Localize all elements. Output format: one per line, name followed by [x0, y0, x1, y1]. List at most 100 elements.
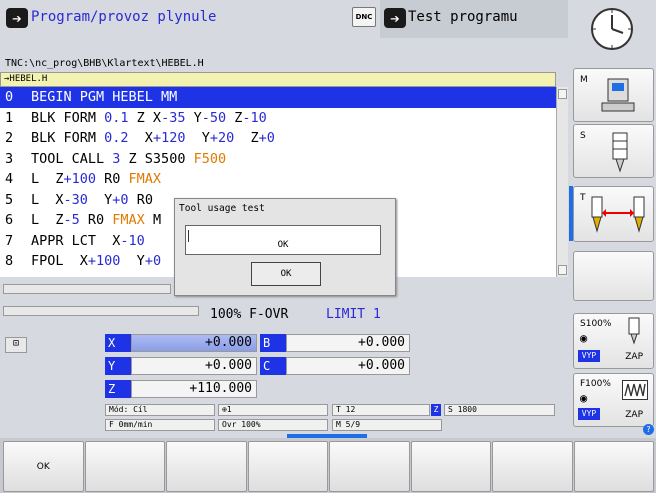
- nc-token: Z: [234, 130, 259, 146]
- dialog-field-text: OK: [277, 240, 289, 250]
- nc-token: FPOL X: [31, 253, 88, 269]
- nc-token: L Z: [31, 171, 64, 187]
- nc-token: +100: [87, 253, 121, 269]
- nc-token: FMAX: [112, 212, 145, 228]
- override-dial-icon: ◉: [580, 331, 588, 345]
- info-feed: F 0mm/min: [105, 419, 215, 431]
- f-override-label: F100%: [580, 379, 611, 389]
- tool-axis-badge: Z: [431, 404, 441, 416]
- program-line[interactable]: 0 BEGIN PGM HEBEL MM: [0, 87, 556, 108]
- test-mode-icon: ➔: [384, 8, 406, 28]
- bottom-softkey-6[interactable]: [410, 441, 491, 492]
- machine-icon: [601, 78, 635, 112]
- nc-token: Y: [120, 253, 145, 269]
- line-number: 2: [5, 130, 14, 146]
- nc-token: Y: [185, 130, 210, 146]
- nc-token: X: [128, 130, 153, 146]
- nc-token: +0: [258, 130, 275, 146]
- bottom-softkey-7[interactable]: [492, 441, 573, 492]
- axis-value-z: +110.000: [131, 380, 257, 398]
- bottom-softkey-8[interactable]: [573, 441, 654, 492]
- clock-area: [569, 0, 656, 62]
- nc-token: Y: [185, 109, 202, 126]
- softkey-t-label: T: [580, 193, 586, 203]
- nc-token: +0: [144, 253, 162, 269]
- axis-label-z: Z: [105, 380, 131, 398]
- softkey-empty[interactable]: [573, 251, 654, 301]
- nc-token: L X: [31, 191, 64, 208]
- nc-token: 0.1: [104, 109, 129, 126]
- line-number: 4: [5, 171, 14, 187]
- dnc-button[interactable]: DNC: [352, 7, 376, 27]
- limit-label: LIMIT 1: [326, 307, 381, 322]
- view-toggle-icon[interactable]: ⊡: [5, 337, 27, 353]
- softkey-s[interactable]: S: [573, 124, 654, 178]
- header-left: ➔ Program/provoz plynule: [0, 0, 380, 38]
- line-number: 6: [5, 212, 14, 228]
- program-scrollbar[interactable]: [556, 87, 568, 277]
- nc-token: Y: [87, 191, 113, 208]
- program-line[interactable]: 3 TOOL CALL 3 Z S3500 F500: [0, 149, 556, 170]
- info-datum: ⊕1: [218, 404, 328, 416]
- nc-token: -10: [242, 109, 267, 126]
- dialog-input-field[interactable]: OK: [185, 225, 381, 255]
- nc-token: F500: [193, 150, 227, 167]
- nc-token: 0.2: [104, 130, 129, 146]
- clock-icon: [591, 8, 633, 50]
- softkey-m-label: M: [580, 75, 588, 85]
- nc-token: -35: [161, 109, 186, 126]
- nc-token: -50: [201, 109, 227, 126]
- bottom-softkey-1[interactable]: OK: [3, 441, 84, 492]
- bottom-softkey-5[interactable]: [329, 441, 410, 492]
- program-line[interactable]: 1 BLK FORM 0.1 Z X-35 Y-50 Z-10: [0, 108, 556, 129]
- line-number: 5: [5, 191, 14, 208]
- feed-override-label: 100% F-OVR: [210, 307, 289, 322]
- axis-value-c: +0.000: [286, 357, 410, 375]
- softkey-t[interactable]: T: [573, 186, 654, 242]
- line-number: 7: [5, 232, 14, 249]
- nc-token: -5: [63, 212, 80, 228]
- axis-label-y: Y: [105, 357, 131, 375]
- line-number: 3: [5, 150, 14, 167]
- nc-token: +120: [152, 130, 186, 146]
- s-zap-label: ZAP: [625, 352, 643, 362]
- nc-token: TOOL CALL: [31, 150, 113, 167]
- axis-value-b: +0.000: [286, 334, 410, 352]
- program-line[interactable]: 4 L Z+100 R0 FMAX: [0, 169, 556, 190]
- axis-label-b: B: [260, 334, 286, 352]
- bottom-softkey-4[interactable]: [247, 441, 328, 492]
- axis-label-c: C: [260, 357, 286, 375]
- softkey-spindle-override[interactable]: S100% ◉ VYP ZAP: [573, 313, 654, 369]
- bottom-softkey-2[interactable]: [84, 441, 165, 492]
- header-right[interactable]: ➔ Test programu: [380, 0, 568, 38]
- bottom-softkey-3[interactable]: [166, 441, 247, 492]
- run-mode-icon: ➔: [6, 8, 28, 28]
- nc-token: Z: [226, 109, 243, 126]
- line-number: 8: [5, 253, 14, 269]
- nc-token: BEGIN PGM HEBEL MM: [31, 89, 178, 105]
- line-number: 0: [5, 89, 14, 105]
- s-vyp-label: VYP: [578, 350, 600, 362]
- softkey-m[interactable]: M: [573, 68, 654, 122]
- softkey-s-label: S: [580, 131, 586, 141]
- status-bar-2: [3, 306, 199, 316]
- nc-token: M: [144, 212, 162, 228]
- nc-token: APPR LCT X: [31, 232, 121, 249]
- nc-token: BLK FORM: [31, 130, 105, 146]
- spindle-icon: [612, 132, 628, 173]
- nc-token: -30: [63, 191, 88, 208]
- softkey-feed-override[interactable]: F100% ◉ VYP ZAP: [573, 373, 654, 427]
- file-tab[interactable]: →HEBEL.H: [0, 72, 556, 87]
- nc-token: +20: [209, 130, 235, 146]
- nc-token: L Z: [31, 212, 64, 228]
- help-icon[interactable]: ?: [643, 424, 654, 435]
- nc-token: R0: [128, 191, 153, 208]
- feed-wave-icon: [622, 380, 648, 400]
- nc-token: Z S3500: [120, 150, 194, 167]
- nc-token: -10: [120, 232, 145, 249]
- info-tool: T 12: [332, 404, 430, 416]
- dialog-ok-button[interactable]: OK: [251, 262, 321, 286]
- program-line[interactable]: 2 BLK FORM 0.2 X+120 Y+20 Z+0: [0, 128, 556, 149]
- info-mode: Mód: Cíl: [105, 404, 215, 416]
- info-spindle: S 1800: [444, 404, 555, 416]
